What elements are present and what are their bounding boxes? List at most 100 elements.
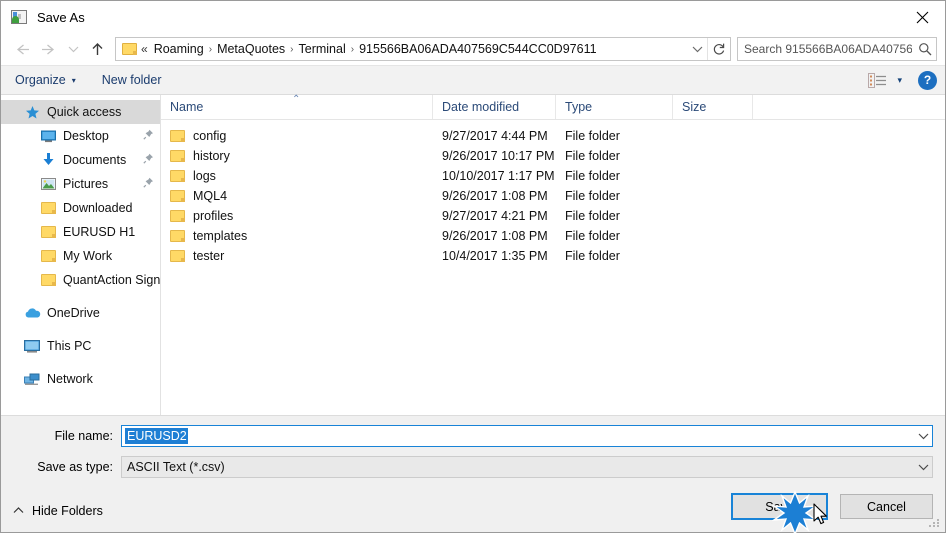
file-type-cell: File folder (565, 249, 620, 263)
chevron-down-icon[interactable] (915, 432, 932, 440)
recent-locations-icon[interactable] (63, 36, 83, 62)
pin-icon[interactable] (143, 129, 154, 143)
navigation-pane: Quick access Desktop Documents Pictures … (1, 95, 161, 415)
search-input[interactable] (738, 41, 914, 57)
sidebar-item-label: Desktop (63, 129, 109, 143)
help-button[interactable]: ? (918, 70, 937, 90)
table-row[interactable]: templates 9/26/2017 1:08 PM File folder (161, 226, 945, 246)
column-header-label: Name (170, 100, 204, 114)
folder-icon (170, 250, 185, 262)
file-type-cell: File folder (565, 189, 620, 203)
file-type-cell: File folder (565, 129, 620, 143)
breadcrumb-overflow[interactable]: « (141, 42, 150, 56)
column-header-size[interactable]: Size (673, 95, 753, 119)
address-bar[interactable]: « Roaming › MetaQuotes › Terminal › 9155… (115, 37, 731, 61)
file-name-row: File name: EURUSD2 (1, 423, 945, 449)
search-box[interactable] (737, 37, 937, 61)
breadcrumb-item-terminal[interactable]: Terminal (295, 42, 350, 56)
sidebar-item-this-pc[interactable]: This PC (1, 334, 160, 358)
sidebar-item-quick-access[interactable]: Quick access (1, 100, 160, 124)
breadcrumb-item-metaquotes[interactable]: MetaQuotes (213, 42, 289, 56)
folder-icon (170, 190, 185, 202)
file-type-cell: File folder (565, 229, 620, 243)
search-icon[interactable] (914, 42, 936, 56)
file-type-cell: File folder (565, 149, 620, 163)
file-date-cell: 9/27/2017 4:44 PM (442, 129, 548, 143)
sidebar-item-quantaction-signal[interactable]: QuantAction Signal (1, 268, 160, 292)
file-name-cell: logs (161, 169, 433, 183)
sidebar-item-eurusd-h1[interactable]: EURUSD H1 (1, 220, 160, 244)
file-rows: config 9/27/2017 4:44 PM File folder his… (161, 120, 945, 415)
file-name-label: profiles (193, 209, 234, 223)
file-name-label: logs (193, 169, 216, 183)
breadcrumb-item-roaming[interactable]: Roaming (150, 42, 208, 56)
table-row[interactable]: tester 10/4/2017 1:35 PM File folder (161, 246, 945, 266)
sidebar-item-pictures[interactable]: Pictures (1, 172, 160, 196)
sidebar-item-label: Network (47, 372, 93, 386)
column-header-date-modified[interactable]: Date modified (433, 95, 556, 119)
save-as-icon (10, 8, 28, 26)
file-date-cell: 9/26/2017 1:08 PM (442, 189, 548, 203)
file-name-label: templates (193, 229, 248, 243)
table-row[interactable]: logs 10/10/2017 1:17 PM File folder (161, 166, 945, 186)
pictures-icon (39, 175, 57, 193)
table-row[interactable]: history 9/26/2017 10:17 PM File folder (161, 146, 945, 166)
sidebar-item-documents[interactable]: Documents (1, 148, 160, 172)
breadcrumb-item-instance[interactable]: 915566BA06ADA407569C544CC0D97611 (355, 42, 600, 56)
folder-icon (170, 150, 185, 162)
save-as-type-select[interactable]: ASCII Text (*.csv) (121, 456, 933, 478)
file-name-label: history (193, 149, 230, 163)
dialog-footer: File name: EURUSD2 Save as type: ASCII T… (1, 415, 945, 532)
file-type-cell: File folder (565, 169, 620, 183)
file-name-cell: history (161, 149, 433, 163)
navigation-bar: « Roaming › MetaQuotes › Terminal › 9155… (1, 33, 945, 65)
chevron-down-icon[interactable] (915, 463, 932, 471)
dialog-buttons: Save Cancel (731, 493, 933, 520)
sidebar-item-onedrive[interactable]: OneDrive (1, 301, 160, 325)
this-pc-icon (23, 337, 41, 355)
column-header-type[interactable]: Type (556, 95, 673, 119)
sidebar-item-downloaded[interactable]: Downloaded (1, 196, 160, 220)
folder-icon (39, 223, 57, 241)
save-as-dialog: Save As « Roaming › MetaQuotes › Termina… (0, 0, 946, 536)
refresh-icon[interactable] (707, 38, 730, 60)
view-chevron-down-icon[interactable]: ▾ (897, 75, 902, 86)
view-list-icon[interactable] (868, 72, 887, 88)
column-header-label: Size (682, 100, 707, 114)
save-as-type-label: Save as type: (37, 460, 113, 474)
sidebar-item-desktop[interactable]: Desktop (1, 124, 160, 148)
close-icon[interactable] (899, 1, 945, 33)
save-button[interactable]: Save (731, 493, 828, 520)
file-name-input[interactable]: EURUSD2 (121, 425, 933, 447)
folder-icon (170, 210, 185, 222)
table-row[interactable]: config 9/27/2017 4:44 PM File folder (161, 126, 945, 146)
table-row[interactable]: profiles 9/27/2017 4:21 PM File folder (161, 206, 945, 226)
sidebar-item-my-work[interactable]: My Work (1, 244, 160, 268)
pin-icon[interactable] (143, 177, 154, 191)
hide-folders-button[interactable]: Hide Folders (13, 504, 103, 518)
up-icon[interactable] (83, 36, 111, 62)
pin-icon[interactable] (143, 153, 154, 167)
cancel-button[interactable]: Cancel (840, 494, 933, 519)
breadcrumb: « Roaming › MetaQuotes › Terminal › 9155… (141, 42, 687, 56)
file-name-cell: tester (161, 249, 433, 263)
column-header-filler (753, 95, 945, 119)
chevron-down-icon: ▾ (71, 75, 76, 85)
forward-icon[interactable] (35, 36, 63, 62)
column-headers: Name ⌃ Date modified Type Size (161, 94, 945, 120)
folder-icon (170, 130, 185, 142)
table-row[interactable]: MQL4 9/26/2017 1:08 PM File folder (161, 186, 945, 206)
file-date-cell: 10/10/2017 1:17 PM (442, 169, 555, 183)
back-icon[interactable] (7, 36, 35, 62)
file-name-label: File name: (54, 429, 113, 443)
folder-icon (39, 271, 57, 289)
column-header-name[interactable]: Name ⌃ (161, 94, 433, 119)
new-folder-button[interactable]: New folder (102, 73, 162, 87)
address-dropdown-icon[interactable] (687, 45, 707, 53)
organize-button[interactable]: Organize ▾ (15, 73, 76, 87)
sidebar-item-network[interactable]: Network (1, 367, 160, 391)
folder-icon (170, 170, 185, 182)
file-list-pane: Name ⌃ Date modified Type Size config 9/… (161, 94, 945, 415)
file-name-value: EURUSD2 (125, 428, 188, 444)
